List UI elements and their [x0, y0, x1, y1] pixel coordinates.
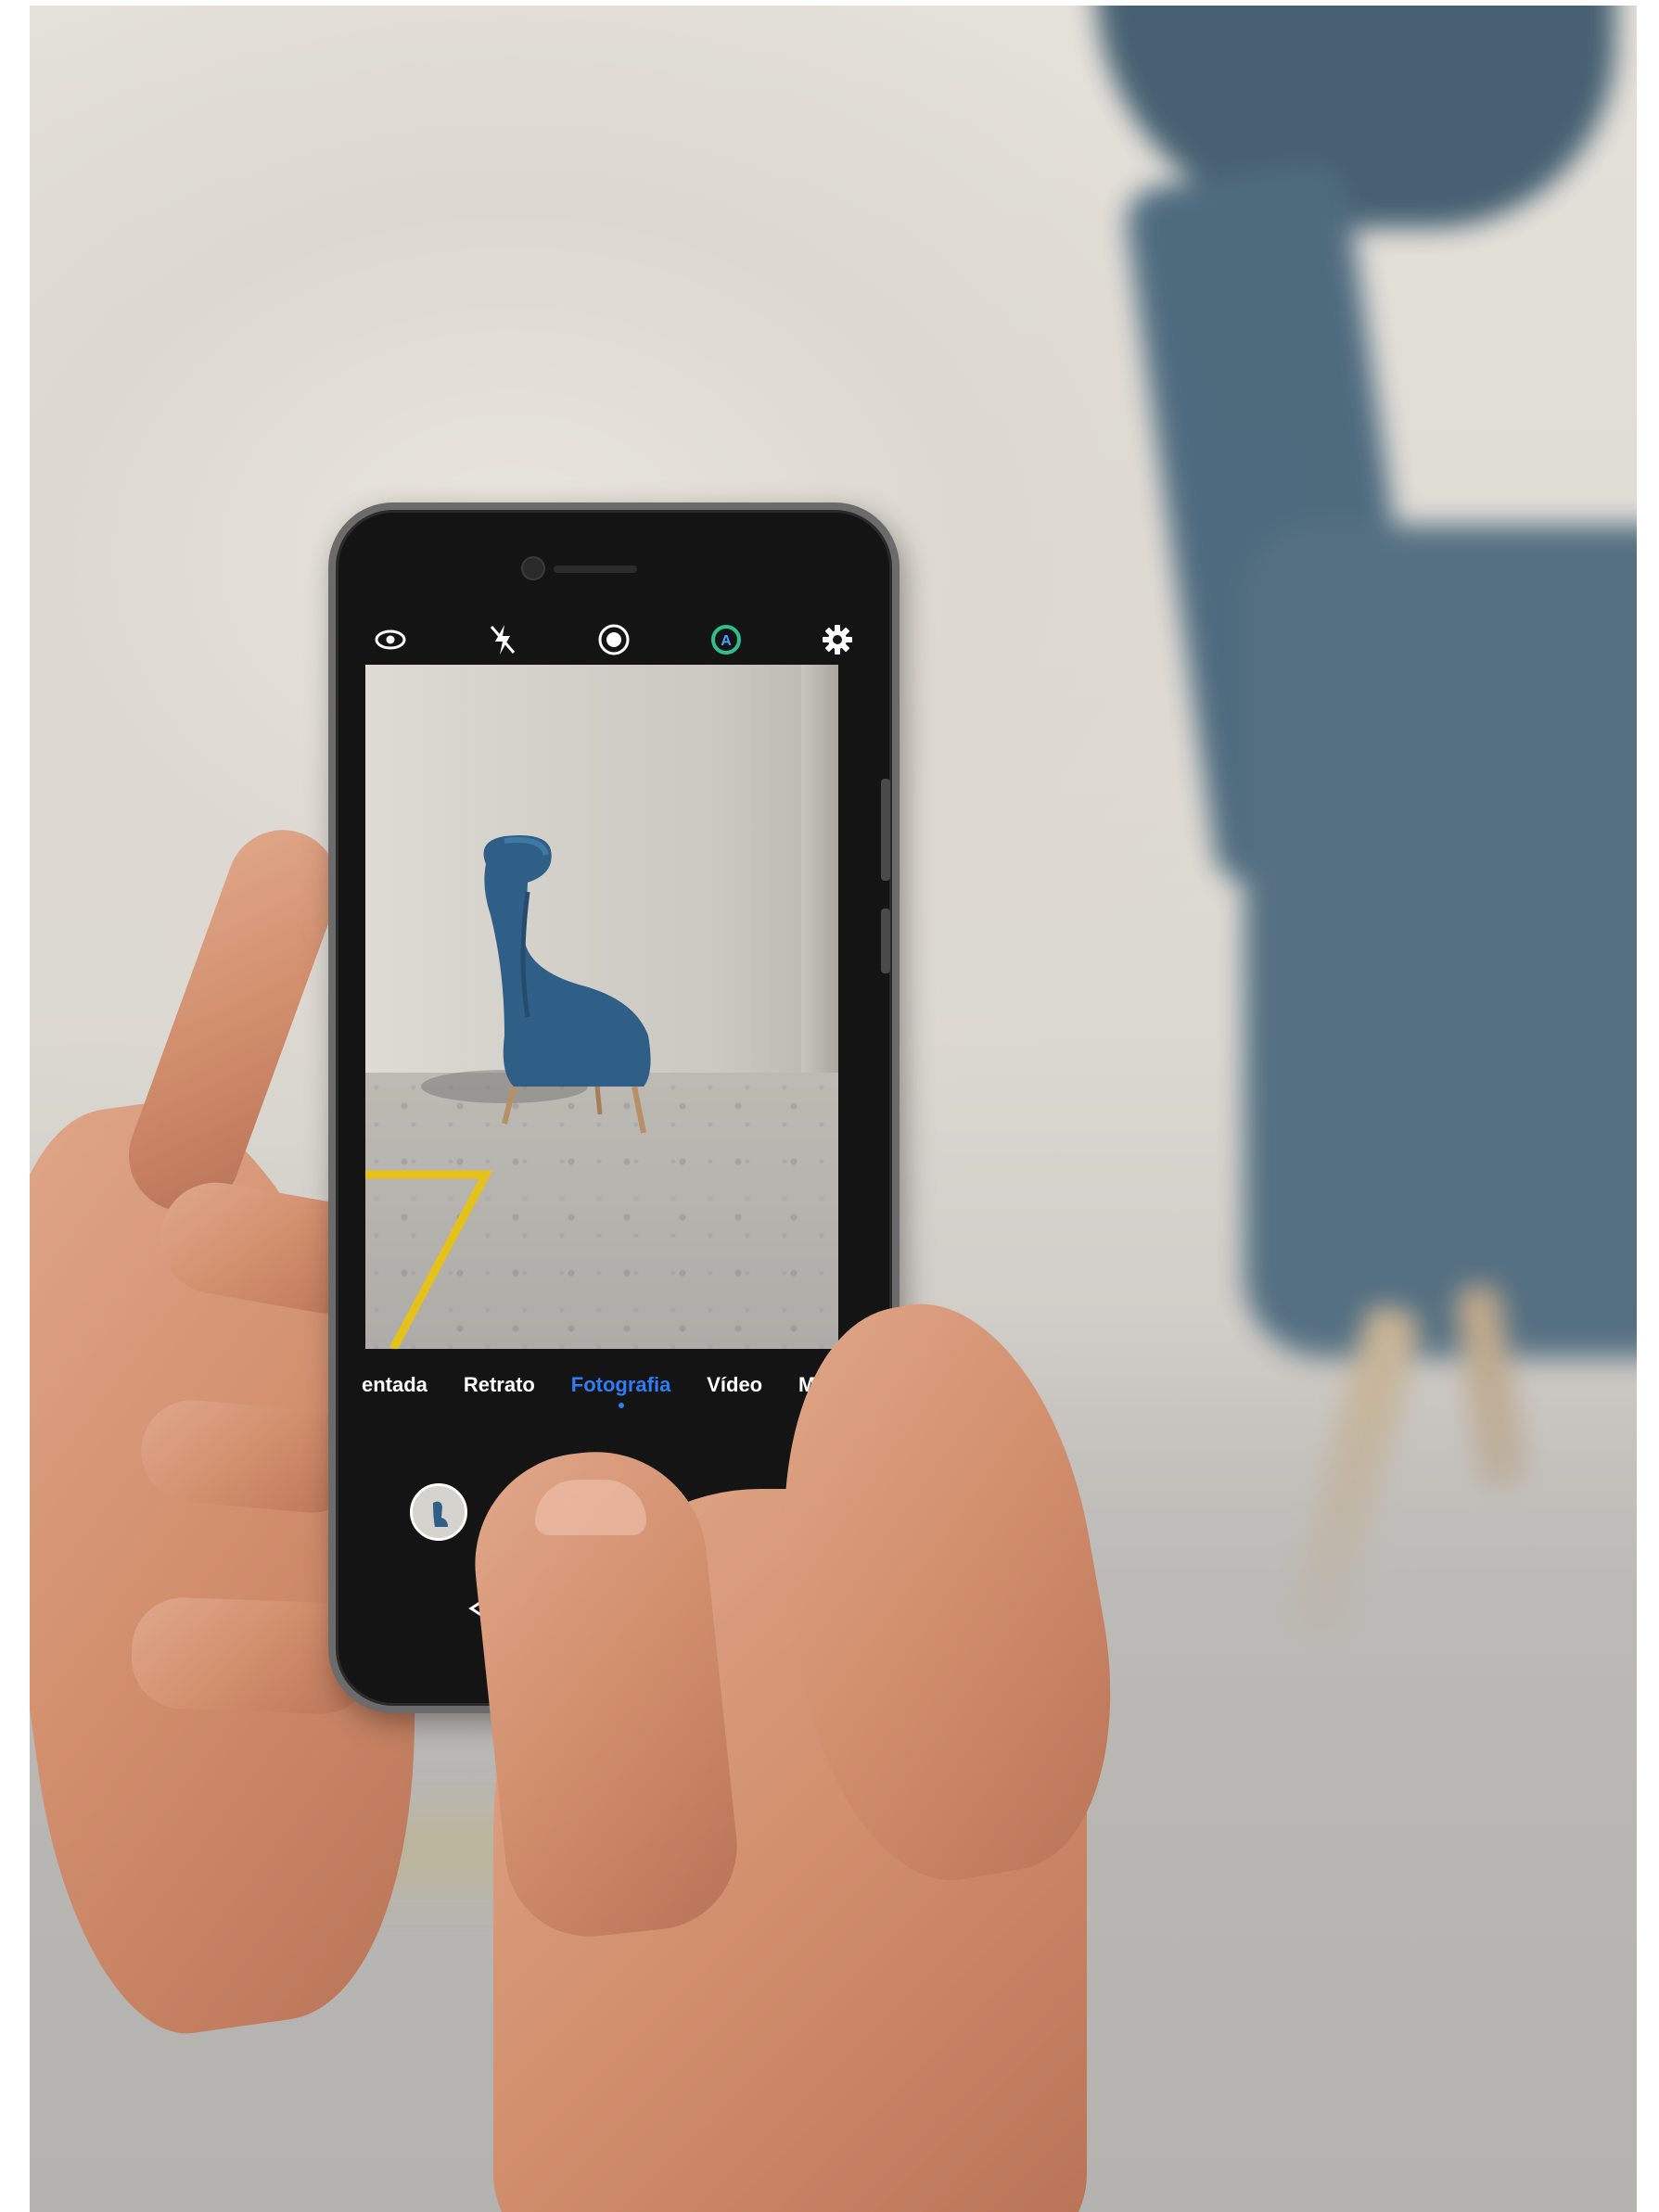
mode-panorama-partial[interactable]: entada — [362, 1373, 428, 1397]
mode-photo[interactable]: Fotografia — [571, 1373, 670, 1408]
photo-scene: A entada Retrato Fotografia Vídeo — [30, 6, 1637, 2212]
viewfinder-subject — [365, 835, 651, 1349]
flash-off-icon[interactable] — [485, 622, 520, 657]
left-hand-finger — [113, 814, 354, 1227]
power-button — [881, 909, 890, 973]
floor-marking-line — [365, 1170, 493, 1349]
chair-leg — [632, 1086, 646, 1134]
front-camera — [521, 556, 545, 580]
chair-body — [483, 835, 651, 1087]
camera-viewfinder[interactable] — [365, 665, 838, 1349]
camera-mode-selector: entada Retrato Fotografia Vídeo Mais — [362, 1365, 844, 1408]
thumbnail-nail — [535, 1480, 646, 1535]
gallery-thumbnail[interactable] — [410, 1483, 467, 1541]
mode-portrait[interactable]: Retrato — [464, 1373, 535, 1397]
volume-button — [881, 779, 890, 881]
camera-top-bar: A — [373, 612, 855, 667]
ai-mode-icon[interactable]: A — [708, 622, 744, 657]
bg-chair-body — [1244, 525, 1637, 1359]
settings-gear-icon[interactable] — [820, 622, 855, 657]
mode-video[interactable]: Vídeo — [707, 1373, 762, 1397]
svg-text:A: A — [721, 633, 732, 649]
eye-icon[interactable] — [373, 622, 408, 657]
earpiece-speaker — [554, 566, 637, 573]
aperture-icon[interactable] — [596, 622, 632, 657]
chair-leg — [594, 1086, 603, 1115]
